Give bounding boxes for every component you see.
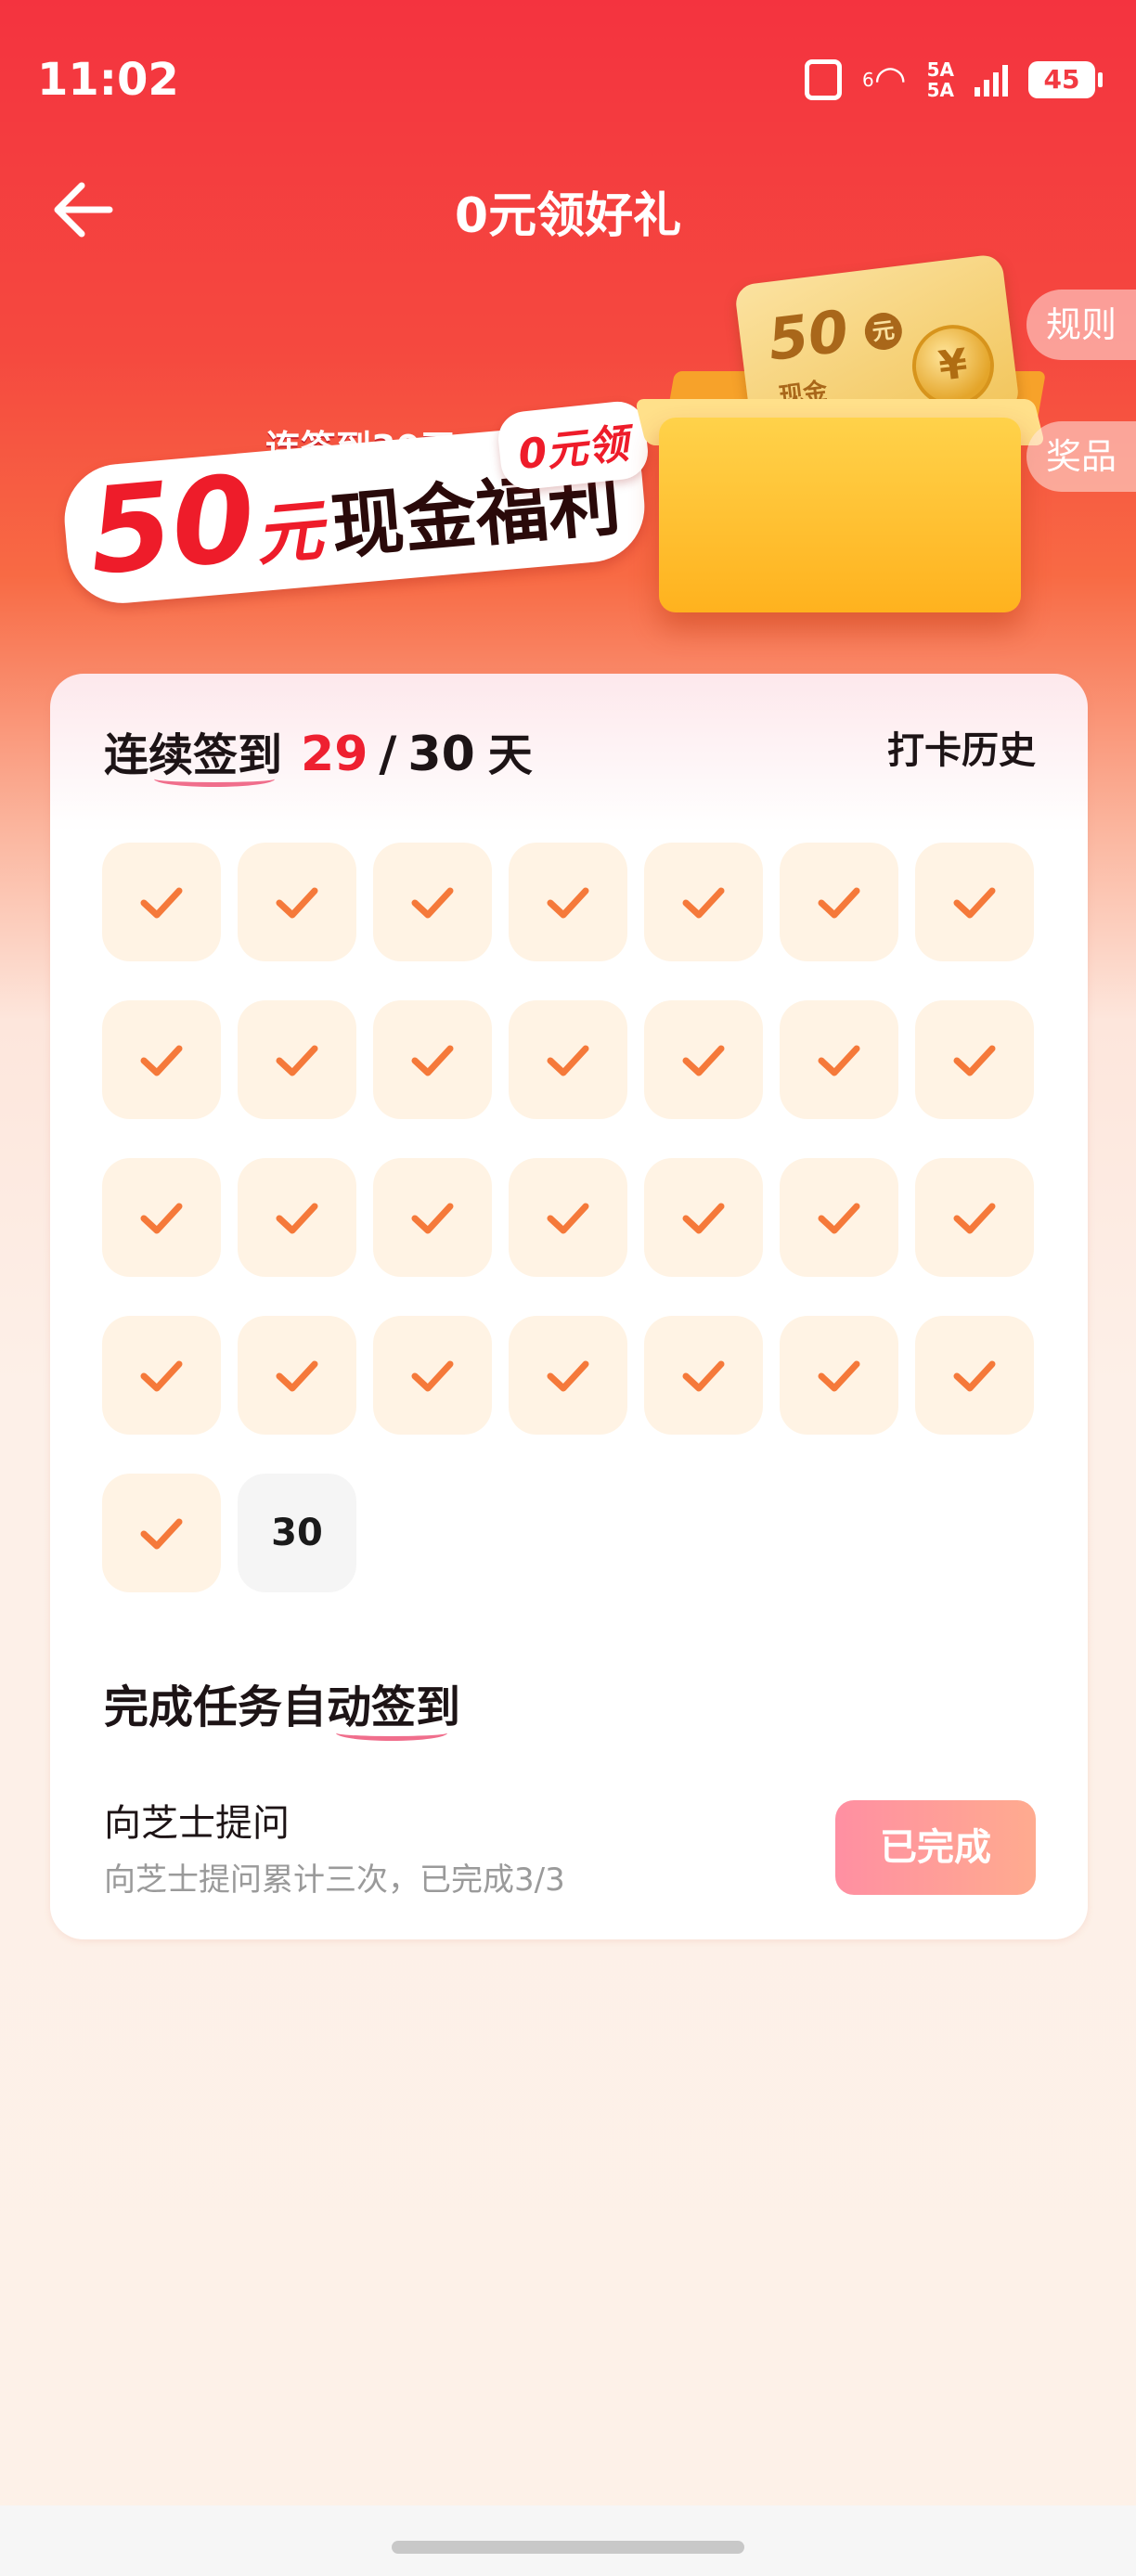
day-pending[interactable]: 30 — [238, 1474, 356, 1592]
day-checked — [915, 843, 1034, 961]
checkin-header: 连续签到 29 / 30 天 — [104, 718, 533, 787]
check-icon — [140, 1518, 183, 1550]
check-icon — [953, 1045, 996, 1076]
cash-card-amount: 50 — [764, 296, 853, 374]
day-checked — [102, 1000, 221, 1119]
check-icon — [953, 887, 996, 919]
day-checked — [915, 1158, 1034, 1277]
vibrate-icon — [804, 59, 842, 100]
check-icon — [682, 1045, 725, 1076]
check-icon — [276, 887, 318, 919]
check-icon — [547, 1203, 589, 1234]
day-checked — [644, 1000, 763, 1119]
task-description: 向芝士提问累计三次，已完成3/3 — [104, 1861, 565, 1899]
day-checked — [780, 1000, 898, 1119]
checkin-total: 30 — [407, 727, 475, 782]
check-icon — [411, 1203, 454, 1234]
check-icon — [682, 1360, 725, 1392]
day-checked — [509, 1316, 627, 1435]
check-icon — [411, 1360, 454, 1392]
coin-icon: ¥ — [907, 320, 999, 412]
check-icon — [140, 1360, 183, 1392]
battery-icon: 45 — [1028, 61, 1103, 98]
day-checked — [644, 1316, 763, 1435]
check-icon — [547, 887, 589, 919]
day-checked — [509, 843, 627, 961]
page-title: 0元领好礼 — [454, 188, 682, 244]
check-icon — [953, 1203, 996, 1234]
check-icon — [276, 1203, 318, 1234]
check-icon — [411, 887, 454, 919]
check-icon — [140, 1045, 183, 1076]
day-checked — [238, 1000, 356, 1119]
day-checked — [102, 1316, 221, 1435]
check-icon — [818, 1045, 860, 1076]
checkin-separator: / — [379, 727, 397, 782]
free-badge: 0元领 — [496, 398, 651, 493]
box-front — [659, 418, 1021, 612]
prizes-tab[interactable]: 奖品 — [1026, 421, 1136, 492]
checkin-card: 连续签到 29 / 30 天 打卡历史 30 完成任务自动签到 向芝士提问 向芝… — [50, 674, 1088, 1939]
task-done-button[interactable]: 已完成 — [835, 1800, 1036, 1895]
day-checked — [373, 1316, 492, 1435]
day-checked — [373, 843, 492, 961]
check-icon — [547, 1360, 589, 1392]
home-indicator[interactable] — [392, 2541, 744, 2554]
check-icon — [953, 1360, 996, 1392]
day-checked — [238, 1316, 356, 1435]
check-icon — [818, 887, 860, 919]
check-icon — [140, 887, 183, 919]
hero-amount: 50 — [84, 449, 261, 602]
hero-amount-unit: 元 — [252, 491, 327, 575]
day-checked — [915, 1000, 1034, 1119]
day-checked — [373, 1000, 492, 1119]
day-checked — [102, 1474, 221, 1592]
task-name: 向芝士提问 — [104, 1802, 290, 1845]
checkin-label: 连续签到 — [104, 718, 282, 787]
day-checked — [644, 843, 763, 961]
signal-label: 5A 5A — [926, 58, 954, 101]
day-checked — [780, 1316, 898, 1435]
cash-card-unit: 元 — [862, 310, 905, 353]
day-checked — [644, 1158, 763, 1277]
checkin-history-link[interactable]: 打卡历史 — [887, 720, 1036, 774]
day-checked — [780, 843, 898, 961]
check-icon — [547, 1045, 589, 1076]
check-icon — [140, 1203, 183, 1234]
gift-box-illustration: 50 元 现金 ¥ — [634, 252, 1067, 612]
day-checked — [915, 1316, 1034, 1435]
status-time: 11:02 — [37, 54, 179, 106]
day-checked — [373, 1158, 492, 1277]
signal-bars-icon — [975, 63, 1008, 97]
check-icon — [276, 1360, 318, 1392]
status-bar: 11:02 6◠ 5A 5A 45 — [0, 0, 1136, 167]
day-checked — [238, 1158, 356, 1277]
day-checked — [102, 1158, 221, 1277]
day-checked — [238, 843, 356, 961]
day-checked — [780, 1158, 898, 1277]
day-checked — [102, 843, 221, 961]
checkin-current: 29 — [301, 727, 368, 782]
check-icon — [818, 1203, 860, 1234]
day-checked — [509, 1158, 627, 1277]
check-icon — [276, 1045, 318, 1076]
checkin-grid: 30 — [102, 843, 1039, 1592]
check-icon — [682, 887, 725, 919]
wifi-icon: 6◠ — [861, 58, 907, 101]
day-checked — [509, 1000, 627, 1119]
rules-tab[interactable]: 规则 — [1026, 290, 1136, 360]
check-icon — [411, 1045, 454, 1076]
checkin-unit: 天 — [487, 729, 533, 781]
task-section-title: 完成任务自动签到 — [104, 1670, 460, 1741]
check-icon — [682, 1203, 725, 1234]
status-icons: 6◠ 5A 5A 45 — [804, 58, 1103, 101]
check-icon — [818, 1360, 860, 1392]
